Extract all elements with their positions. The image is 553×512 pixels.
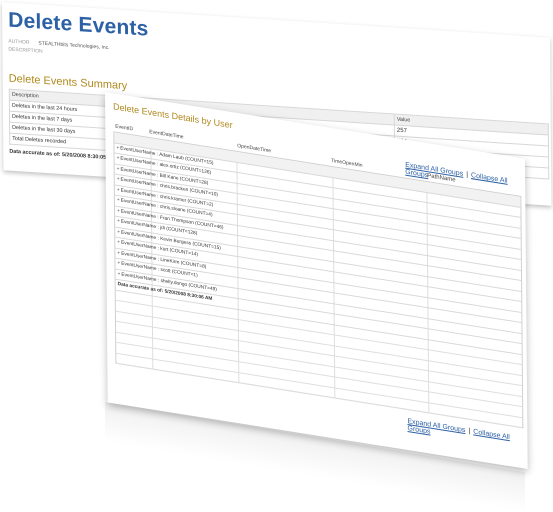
expand-toggle-icon[interactable]: + bbox=[117, 240, 120, 245]
expand-toggle-icon[interactable]: + bbox=[117, 261, 120, 266]
expand-toggle-icon[interactable]: + bbox=[117, 177, 120, 182]
description-label: DESCRIPTION bbox=[8, 46, 43, 55]
expand-toggle-icon[interactable]: + bbox=[117, 156, 120, 161]
report-title: Delete Events bbox=[8, 8, 149, 41]
expand-toggle-icon[interactable]: + bbox=[118, 271, 121, 276]
expand-toggle-icon[interactable]: + bbox=[117, 229, 120, 234]
expand-toggle-icon[interactable]: + bbox=[117, 250, 120, 255]
expand-toggle-icon[interactable]: + bbox=[117, 219, 120, 224]
expand-toggle-icon[interactable]: + bbox=[117, 166, 120, 171]
data-accurate-note: Data accurate as of: 5/20/2008 8:30:05 A… bbox=[9, 148, 116, 162]
expand-toggle-icon[interactable]: + bbox=[117, 208, 120, 213]
author-label: AUTHOR bbox=[8, 38, 30, 46]
author-value: STEALTHbits Technologies, Inc. bbox=[38, 40, 110, 52]
expand-toggle-icon[interactable]: + bbox=[116, 145, 119, 150]
expand-toggle-icon[interactable]: + bbox=[117, 187, 120, 192]
expand-toggle-icon[interactable]: + bbox=[117, 198, 120, 203]
